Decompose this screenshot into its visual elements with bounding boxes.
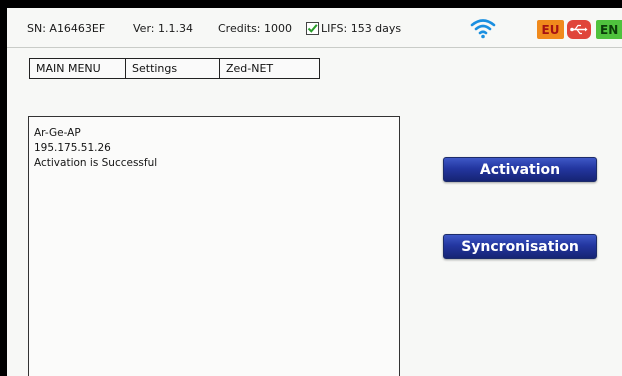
log-line: Activation is Successful — [34, 157, 158, 169]
device-screen: SN: A16463EF Ver: 1.1.34 Credits: 1000 L… — [7, 8, 622, 376]
tab-zed-net[interactable]: Zed-NET — [220, 59, 319, 78]
language-badge[interactable]: EN — [596, 20, 622, 39]
tab-main-menu[interactable]: MAIN MENU — [30, 59, 126, 78]
log-line: 195.175.51.26 — [34, 142, 111, 154]
status-bar: SN: A16463EF Ver: 1.1.34 Credits: 1000 L… — [7, 8, 622, 48]
serial-number: SN: A16463EF — [27, 22, 106, 35]
lifs-label: LIFS: 153 days — [321, 22, 402, 35]
output-log-panel: Ar-Ge-AP 195.175.51.26 Activation is Suc… — [28, 116, 400, 376]
check-icon — [307, 24, 318, 33]
usb-icon[interactable] — [567, 20, 591, 39]
wifi-icon — [470, 19, 496, 39]
region-badge[interactable]: EU — [537, 20, 564, 39]
lifs-checkbox[interactable] — [306, 22, 319, 35]
main-tabs: MAIN MENU Settings Zed-NET — [29, 58, 320, 79]
usb-symbol-icon — [570, 24, 588, 35]
lifs-status: LIFS: 153 days — [306, 22, 401, 35]
syncronisation-button[interactable]: Syncronisation — [443, 234, 597, 259]
version-label: Ver: 1.1.34 — [133, 22, 193, 35]
log-line: Ar-Ge-AP — [34, 127, 81, 139]
tab-settings[interactable]: Settings — [126, 59, 220, 78]
credits-label: Credits: 1000 — [218, 22, 293, 35]
activation-button[interactable]: Activation — [443, 157, 597, 182]
